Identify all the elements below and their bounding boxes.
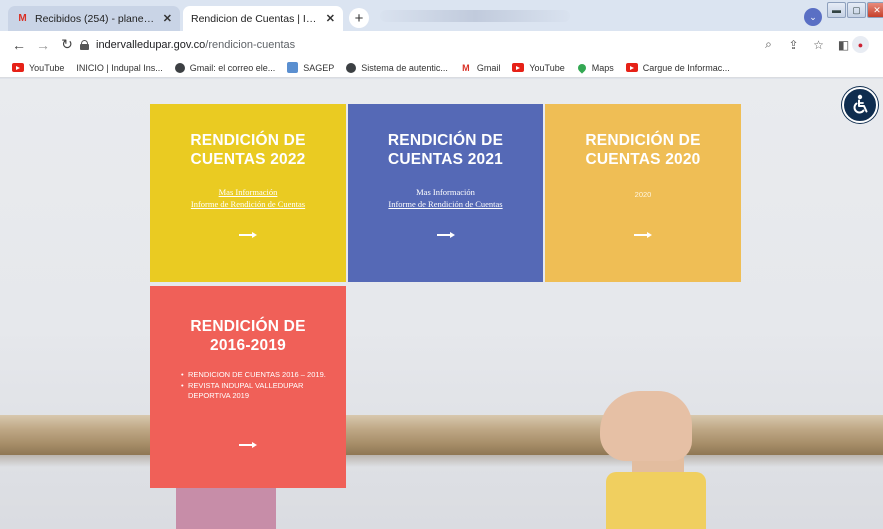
lock-icon[interactable]	[80, 39, 89, 50]
list-item-rendicion-2016-2019[interactable]: RENDICION DE CUENTAS 2016 – 2019.	[181, 370, 341, 381]
youtube-icon	[625, 63, 638, 72]
browser-tab-strip: M Recibidos (254) - planeacion@in ✕ Rend…	[0, 0, 883, 31]
accessibility-icon[interactable]	[842, 87, 878, 123]
minimize-icon[interactable]: ▬	[827, 2, 846, 18]
bookmark-label: Cargue de Informac...	[642, 62, 730, 73]
new-tab-button[interactable]: +	[349, 8, 369, 28]
background-photo-beam	[0, 415, 883, 455]
url-host: indervalledupar.gov.co	[96, 38, 206, 51]
card-title: RENDICIÓN DE 2016-2019	[190, 318, 306, 354]
card-year-text: 2020	[634, 190, 652, 199]
toolbar-actions: ⌕ ⇪ ☆ ◧ ●	[752, 36, 869, 53]
gmail-icon: M	[462, 62, 470, 73]
zoom-icon[interactable]: ⌕	[760, 36, 777, 53]
card-rendicion-2021: RENDICIÓN DE CUENTAS 2021 Mas Informació…	[348, 104, 543, 282]
arrow-right-icon[interactable]	[239, 230, 257, 240]
tab-rendicion-cuentas[interactable]: Rendicion de Cuentas | INDER V ✕	[183, 6, 343, 31]
arrow-right-icon[interactable]	[436, 230, 455, 240]
bookmark-label: Maps	[591, 62, 614, 73]
side-panel-icon[interactable]: ◧	[835, 36, 852, 53]
bookmark-label: Gmail: el correo ele...	[189, 62, 276, 73]
background-photo-sleeve	[606, 472, 706, 529]
share-icon[interactable]: ⇪	[785, 36, 802, 53]
bookmark-gmail-correo[interactable]: Gmail: el correo ele...	[174, 62, 276, 73]
background-photo-hand	[600, 391, 692, 461]
card-links: Mas Información Informe de Rendición de …	[150, 186, 346, 210]
close-window-icon[interactable]: ✕	[867, 2, 883, 18]
tab-gmail[interactable]: M Recibidos (254) - planeacion@in ✕	[8, 6, 180, 31]
bookmark-maps[interactable]: Maps	[577, 62, 614, 74]
address-bar[interactable]: indervalledupar.gov.co/rendicion-cuentas	[80, 34, 840, 55]
list-item-revista-indupal[interactable]: REVISTA INDUPAL VALLEDUPAR DEPORTIVA 201…	[181, 381, 341, 402]
card-rendicion-2020: RENDICIÓN DE CUENTAS 2020 2020	[545, 104, 741, 282]
informe-rendicion-link[interactable]: Informe de Rendición de Cuentas	[150, 198, 346, 210]
back-icon[interactable]: ←	[10, 36, 28, 54]
bookmark-label: SAGEP	[303, 62, 335, 73]
blurred-region	[380, 10, 570, 22]
card-list: RENDICION DE CUENTAS 2016 – 2019. REVIST…	[181, 370, 341, 402]
informe-rendicion-link[interactable]: Informe de Rendición de Cuentas	[348, 198, 543, 210]
reload-icon[interactable]: ↻	[58, 36, 76, 54]
mas-informacion-link[interactable]: Mas Información	[348, 186, 543, 198]
maps-icon	[577, 62, 587, 74]
youtube-icon	[12, 63, 24, 72]
url-path: /rendicion-cuentas	[205, 38, 296, 51]
bookmark-youtube[interactable]: YouTube	[12, 63, 64, 73]
arrow-right-icon[interactable]	[239, 440, 257, 450]
wheelchair-icon	[853, 94, 868, 114]
maximize-icon[interactable]: ▢	[847, 2, 866, 18]
bookmark-gmail[interactable]: M Gmail	[460, 62, 501, 73]
youtube-icon	[512, 63, 525, 72]
sagep-icon	[287, 62, 299, 73]
card-title: RENDICIÓN DE CUENTAS 2020	[585, 132, 701, 168]
arrow-right-icon[interactable]	[634, 230, 652, 240]
profile-avatar-icon[interactable]: ●	[852, 36, 869, 53]
page-content: RENDICIÓN DE CUENTAS 2022 Mas Informació…	[0, 79, 883, 529]
card-rendicion-2022: RENDICIÓN DE CUENTAS 2022 Mas Informació…	[150, 104, 346, 282]
bookmark-label: YouTube	[529, 62, 565, 73]
bookmark-label: INICIO | Indupal Ins...	[76, 62, 163, 73]
globe-icon	[174, 62, 185, 73]
tab-search-icon[interactable]: ⌄	[804, 8, 822, 26]
bookmark-youtube-2[interactable]: YouTube	[512, 62, 565, 73]
tab-title: Rendicion de Cuentas | INDER V	[191, 12, 322, 25]
bookmark-label: YouTube	[29, 62, 65, 73]
bookmark-label: Gmail	[476, 62, 501, 73]
tab-title: Recibidos (254) - planeacion@in	[35, 12, 159, 25]
globe-icon	[346, 62, 357, 73]
bookmark-star-icon[interactable]: ☆	[810, 36, 827, 53]
bookmark-sagep[interactable]: SAGEP	[287, 62, 334, 73]
close-icon[interactable]: ✕	[163, 12, 172, 25]
bookmark-sistema-autenticacion[interactable]: Sistema de autentic...	[346, 62, 448, 73]
bookmarks-bar: YouTube INICIO | Indupal Ins... Gmail: e…	[0, 58, 883, 78]
bookmark-label: Sistema de autentic...	[361, 62, 448, 73]
card-title: RENDICIÓN DE CUENTAS 2022	[190, 132, 306, 168]
card-title: RENDICIÓN DE CUENTAS 2021	[387, 132, 504, 168]
close-icon[interactable]: ✕	[326, 12, 335, 25]
bookmark-cargue-informacion[interactable]: Cargue de Informac...	[625, 62, 730, 73]
card-rendicion-2016-2019: RENDICIÓN DE 2016-2019 RENDICION DE CUEN…	[150, 286, 346, 488]
window-controls: ▬ ▢ ✕	[827, 2, 883, 20]
gmail-icon: M	[18, 13, 27, 24]
mas-informacion-link[interactable]: Mas Información	[150, 186, 346, 198]
card-links: Mas Información Informe de Rendición de …	[348, 186, 543, 210]
forward-icon[interactable]: →	[34, 36, 52, 54]
bookmark-inicio-indupal[interactable]: INICIO | Indupal Ins...	[76, 63, 162, 73]
browser-toolbar: ← → ↻ indervalledupar.gov.co/rendicion-c…	[0, 31, 883, 58]
